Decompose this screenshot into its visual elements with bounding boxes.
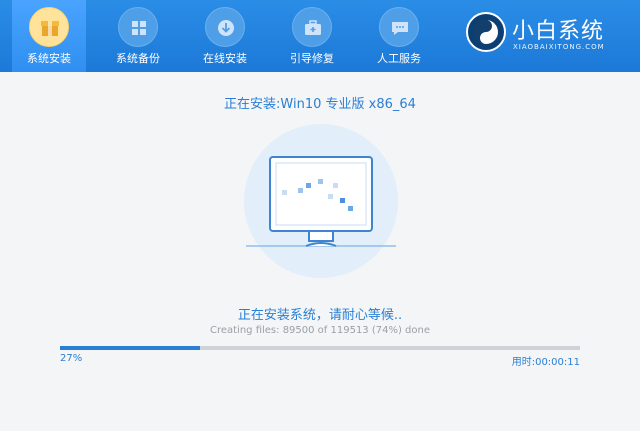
brand-title: 小白系统 [512, 19, 605, 44]
nav-label: 引导修复 [290, 52, 334, 65]
elapsed-time: 用时:00:00:11 [511, 357, 580, 368]
install-title: 正在安装:Win10 专业版 x86_64 [224, 97, 416, 112]
install-status: 正在安装系统，请耐心等候.. [237, 308, 403, 323]
progress-fill [60, 346, 201, 350]
nav-label: 系统安装 [27, 52, 71, 65]
install-detail: Creating files: 89500 of 119513 (74%) do… [209, 325, 431, 336]
progress-bar [60, 346, 580, 350]
nav-item-system-backup[interactable]: 系统备份 [101, 0, 175, 72]
top-navigation-bar: 系统安装 系统备份 在线安装 引导修复 人工服务 小白系统 XIAOBAIXIT… [0, 0, 640, 72]
chat-icon [379, 7, 419, 47]
nav-item-human-service[interactable]: 人工服务 [362, 0, 436, 72]
progress-percent: 27% [60, 353, 83, 364]
nav-item-boot-repair[interactable]: 引导修复 [275, 0, 349, 72]
windows-icon [118, 7, 158, 47]
brand-mark-icon [466, 12, 506, 52]
download-icon [205, 7, 245, 47]
nav-item-system-install[interactable]: 系统安装 [12, 0, 86, 72]
nav-item-online-install[interactable]: 在线安装 [188, 0, 262, 72]
nav-label: 在线安装 [203, 52, 247, 65]
toolbox-icon [292, 7, 332, 47]
nav-label: 系统备份 [116, 52, 160, 65]
monitor-icon [246, 156, 396, 247]
brand-logo: 小白系统 XIAOBAIXITONG.COM [466, 9, 636, 59]
install-panel: 正在安装:Win10 专业版 x86_64 正在安装系统，请耐心等候.. Cre… [0, 72, 640, 431]
brand-subtitle: XIAOBAIXITONG.COM [513, 43, 605, 51]
box-icon [29, 7, 69, 47]
nav-label: 人工服务 [377, 52, 421, 65]
